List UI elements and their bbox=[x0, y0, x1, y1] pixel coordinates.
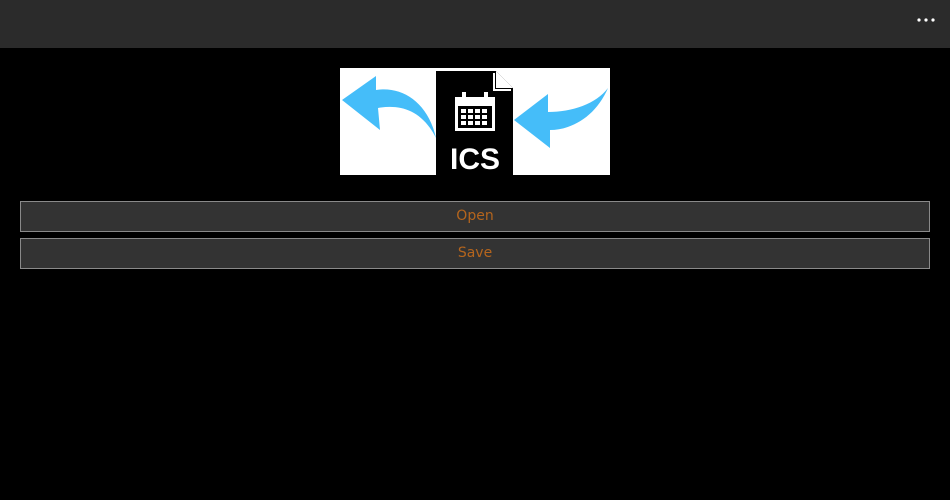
ics-banner-image: ICS bbox=[340, 68, 610, 175]
arrow-right-icon bbox=[514, 88, 608, 148]
arrow-left-icon bbox=[342, 76, 436, 138]
more-options-button[interactable] bbox=[912, 6, 940, 34]
title-bar bbox=[0, 0, 950, 48]
calendar-icon bbox=[455, 92, 495, 131]
save-button[interactable]: Save bbox=[20, 238, 930, 269]
open-button[interactable]: Open bbox=[20, 201, 930, 232]
ics-file-label: ICS bbox=[450, 143, 500, 175]
more-horizontal-icon bbox=[917, 18, 935, 22]
